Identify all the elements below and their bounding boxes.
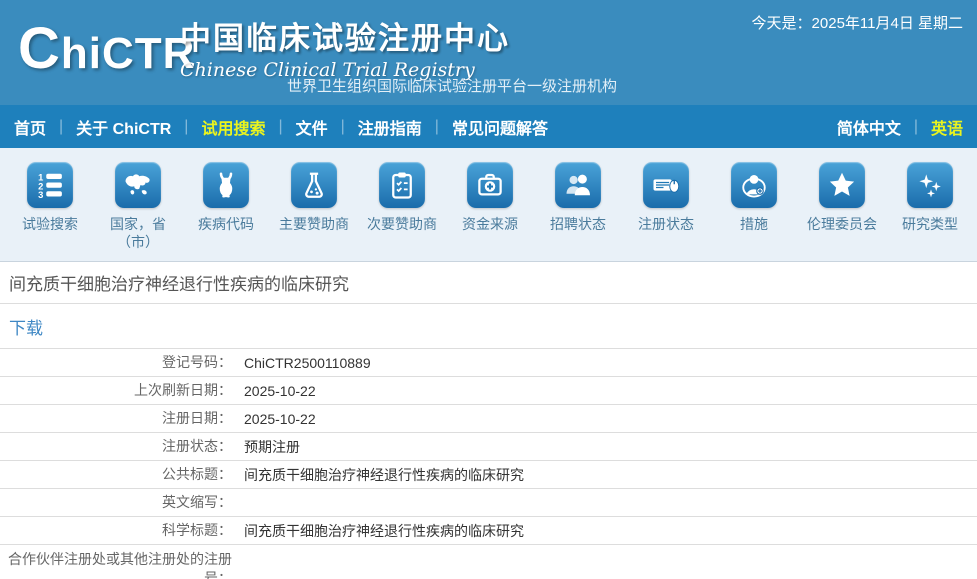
trial-title: 间充质干细胞治疗神经退行性疾病的临床研究 bbox=[0, 262, 977, 304]
numbered-list-icon: 1 2 3 bbox=[35, 170, 65, 200]
download-link[interactable]: 下载 bbox=[9, 314, 43, 339]
keyboard-mouse-icon bbox=[651, 170, 681, 200]
table-row-partner-registry-number: 合作伙伴注册处或其他注册处的注册号： bbox=[0, 545, 977, 579]
tool-label: 国家，省 （市） bbox=[110, 215, 166, 251]
nav-item-about[interactable]: 关于 ChiCTR bbox=[76, 115, 171, 139]
tool-label: 措施 bbox=[740, 215, 768, 233]
tool-label: 伦理委员会 bbox=[807, 215, 877, 233]
trial-info-table: 登记号码： ChiCTR2500110889 上次刷新日期： 2025-10-2… bbox=[0, 349, 977, 579]
tool-label: 注册状态 bbox=[638, 215, 694, 233]
nav-separator: | bbox=[278, 118, 282, 136]
tool-primary-sponsor[interactable]: 主要赞助商 bbox=[270, 162, 358, 261]
nav-separator: | bbox=[435, 118, 439, 136]
nav-separator: | bbox=[184, 118, 188, 136]
tool-country-province[interactable]: 国家，省 （市） bbox=[94, 162, 182, 261]
who-platform-subtitle: 世界卫生组织国际临床试验注册平台一级注册机构 bbox=[287, 75, 617, 96]
tool-label: 招聘状态 bbox=[550, 215, 606, 233]
flask-icon bbox=[299, 170, 329, 200]
row-label: 英文缩写： bbox=[0, 493, 232, 512]
dna-icon bbox=[211, 170, 241, 200]
nav-item-registration-guide[interactable]: 注册指南 bbox=[358, 115, 422, 139]
lang-english[interactable]: 英语 bbox=[931, 115, 963, 139]
row-label: 注册状态： bbox=[0, 437, 232, 456]
world-map-icon bbox=[123, 170, 153, 200]
site-header: ChiCTR 中国临床试验注册中心 Chinese Clinical Trial… bbox=[0, 0, 977, 105]
download-row: 下载 bbox=[0, 304, 977, 349]
chictr-logo[interactable]: ChiCTR bbox=[18, 20, 195, 78]
sparkles-icon bbox=[915, 170, 945, 200]
nav-separator: | bbox=[341, 118, 345, 136]
table-row-english-acronym: 英文缩写： bbox=[0, 489, 977, 517]
nav-item-documents[interactable]: 文件 bbox=[296, 115, 328, 139]
tool-registration-status[interactable]: 注册状态 bbox=[622, 162, 710, 261]
row-value: 2025-10-22 bbox=[232, 411, 977, 427]
table-row-last-refreshed: 上次刷新日期： 2025-10-22 bbox=[0, 377, 977, 405]
tool-label: 研究类型 bbox=[902, 215, 958, 233]
lang-simplified-chinese[interactable]: 简体中文 bbox=[837, 115, 901, 139]
nav-item-trial-search[interactable]: 试用搜索 bbox=[201, 115, 265, 139]
table-row-scientific-title: 科学标题： 间充质干细胞治疗神经退行性疾病的临床研究 bbox=[0, 517, 977, 545]
trial-detail: 间充质干细胞治疗神经退行性疾病的临床研究 下载 登记号码： ChiCTR2500… bbox=[0, 262, 977, 579]
doctor-icon bbox=[739, 170, 769, 200]
nav-separator: | bbox=[914, 118, 918, 136]
row-value: ChiCTR2500110889 bbox=[232, 355, 977, 371]
main-nav: 首页 | 关于 ChiCTR | 试用搜索 | 文件 | 注册指南 | 常见问题… bbox=[0, 105, 977, 148]
row-value: 预期注册 bbox=[232, 437, 977, 457]
table-row-registration-number: 登记号码： ChiCTR2500110889 bbox=[0, 349, 977, 377]
row-label: 登记号码： bbox=[0, 353, 232, 372]
nav-item-home[interactable]: 首页 bbox=[14, 115, 46, 139]
row-label: 上次刷新日期： bbox=[0, 381, 232, 400]
tool-recruiting-status[interactable]: 招聘状态 bbox=[534, 162, 622, 261]
tool-funding-source[interactable]: 资金来源 bbox=[446, 162, 534, 261]
clipboard-icon bbox=[387, 170, 417, 200]
tool-trial-search[interactable]: 1 2 3 试验搜索 bbox=[6, 162, 94, 261]
row-label: 注册日期： bbox=[0, 409, 232, 428]
tool-label: 次要赞助商 bbox=[367, 215, 437, 233]
row-label: 合作伙伴注册处或其他注册处的注册号： bbox=[0, 550, 232, 579]
tool-disease-code[interactable]: 疾病代码 bbox=[182, 162, 270, 261]
tool-label: 疾病代码 bbox=[198, 215, 254, 233]
table-row-public-title: 公共标题： 间充质干细胞治疗神经退行性疾病的临床研究 bbox=[0, 461, 977, 489]
tool-secondary-sponsor[interactable]: 次要赞助商 bbox=[358, 162, 446, 261]
nav-item-faq[interactable]: 常见问题解答 bbox=[452, 115, 548, 139]
row-value: 间充质干细胞治疗神经退行性疾病的临床研究 bbox=[232, 521, 977, 541]
tool-ethics-committee[interactable]: 伦理委员会 bbox=[798, 162, 886, 261]
tool-label: 资金来源 bbox=[462, 215, 518, 233]
row-value: 间充质干细胞治疗神经退行性疾病的临床研究 bbox=[232, 465, 977, 485]
tool-interventions[interactable]: 措施 bbox=[710, 162, 798, 261]
row-value: 2025-10-22 bbox=[232, 383, 977, 399]
star-icon bbox=[827, 170, 857, 200]
medkit-icon bbox=[475, 170, 505, 200]
svg-text:3: 3 bbox=[38, 190, 43, 200]
row-label: 公共标题： bbox=[0, 465, 232, 484]
tool-label: 试验搜索 bbox=[22, 215, 78, 233]
tool-label: 主要赞助商 bbox=[279, 215, 349, 233]
table-row-registration-date: 注册日期： 2025-10-22 bbox=[0, 405, 977, 433]
search-filter-toolbar: 1 2 3 试验搜索 国家，省 （市） bbox=[0, 148, 977, 262]
today-date: 今天是：2025年11月4日 星期二 bbox=[752, 12, 963, 33]
people-icon bbox=[563, 170, 593, 200]
site-title-zh: 中国临床试验注册中心 bbox=[180, 13, 510, 58]
site-title-block: 中国临床试验注册中心 Chinese Clinical Trial Regist… bbox=[180, 13, 510, 81]
table-row-registration-status: 注册状态： 预期注册 bbox=[0, 433, 977, 461]
row-label: 科学标题： bbox=[0, 521, 232, 540]
tool-study-type[interactable]: 研究类型 bbox=[886, 162, 974, 261]
nav-separator: | bbox=[59, 118, 63, 136]
